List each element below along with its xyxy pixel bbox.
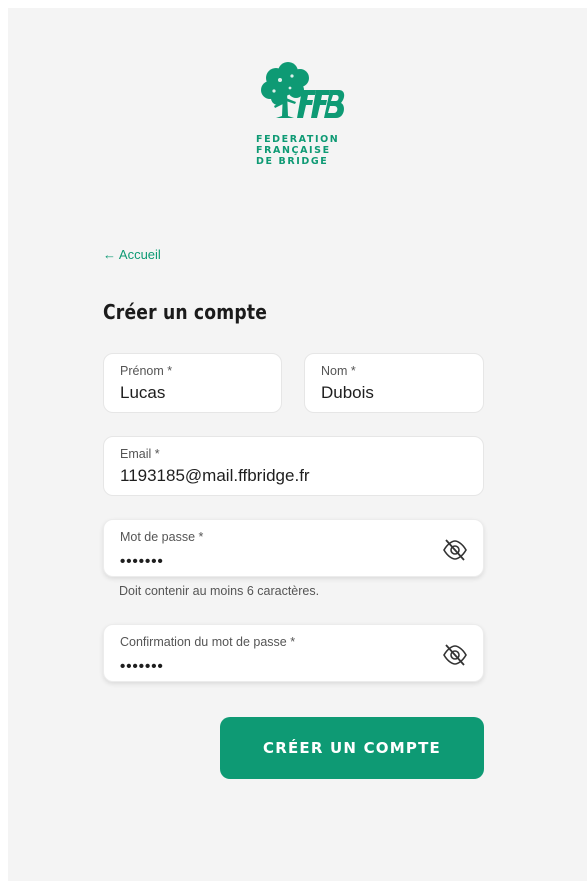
email-label: Email *	[120, 447, 160, 461]
last-name-field[interactable]: Nom * Dubois	[304, 353, 484, 413]
logo-line-2: FRANÇAISE	[256, 145, 331, 156]
password-label: Mot de passe *	[120, 530, 204, 544]
password-confirm-field[interactable]: Confirmation du mot de passe * •••••••	[103, 624, 484, 682]
create-account-button[interactable]: CRÉER UN COMPTE	[220, 717, 484, 779]
tree-logo-icon	[261, 62, 345, 118]
password-confirm-value[interactable]: •••••••	[120, 658, 164, 675]
email-value[interactable]: 1193185@mail.ffbridge.fr	[120, 466, 310, 486]
ffb-logo: FEDERATION FRANÇAISE DE BRIDGE	[256, 60, 348, 180]
page-title: Créer un compte	[103, 300, 268, 324]
password-field[interactable]: Mot de passe * •••••••	[103, 519, 484, 577]
logo-wordmark: FEDERATION FRANÇAISE DE BRIDGE	[256, 134, 348, 167]
back-to-home-link[interactable]: ← Accueil	[103, 247, 161, 262]
logo-line-3: DE BRIDGE	[256, 156, 329, 167]
password-value[interactable]: •••••••	[120, 553, 164, 570]
first-name-value[interactable]: Lucas	[120, 383, 165, 403]
logo-line-1: FEDERATION	[256, 134, 340, 145]
first-name-label: Prénom *	[120, 364, 173, 378]
email-field[interactable]: Email * 1193185@mail.ffbridge.fr	[103, 436, 484, 496]
last-name-label: Nom *	[321, 364, 356, 378]
password-hint: Doit contenir au moins 6 caractères.	[119, 584, 320, 598]
eye-off-icon[interactable]	[441, 642, 469, 668]
password-confirm-label: Confirmation du mot de passe *	[120, 635, 296, 649]
last-name-value[interactable]: Dubois	[321, 383, 374, 403]
eye-off-icon[interactable]	[441, 537, 469, 563]
first-name-field[interactable]: Prénom * Lucas	[103, 353, 282, 413]
